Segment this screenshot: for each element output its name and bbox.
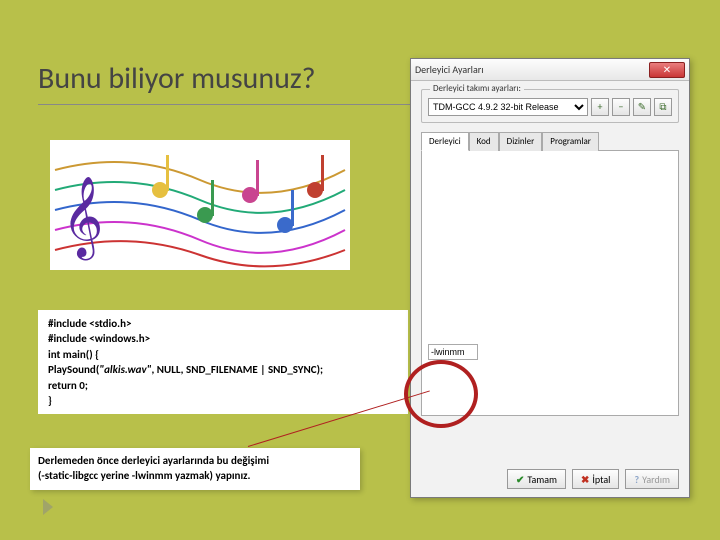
help-button[interactable]: ? Yardım (625, 469, 679, 489)
delete-set-button[interactable]: − (612, 98, 630, 116)
duplicate-set-button[interactable]: ⧉ (654, 98, 672, 116)
slide-title: Bunu biliyor musunuz? (38, 60, 316, 97)
slide-nav-icon (43, 499, 53, 515)
svg-text:𝄞: 𝄞 (62, 177, 103, 260)
tab-panel (421, 151, 679, 416)
code-line: #include <windows.h> (48, 331, 398, 346)
tab-directories[interactable]: Dizinler (499, 132, 543, 151)
linker-option-row (428, 344, 478, 360)
code-line: int main() { (48, 347, 398, 362)
tab-compiler[interactable]: Derleyici (421, 132, 469, 151)
linker-flags-input[interactable] (428, 344, 478, 360)
x-icon: ✖ (581, 473, 589, 486)
compiler-set-groupbox: Derleyici takımı ayarları: TDM-GCC 4.9.2… (421, 89, 679, 123)
tab-programs[interactable]: Programlar (542, 132, 599, 151)
check-icon: ✔ (516, 473, 524, 486)
instruction-note: Derlemeden önce derleyici ayarlarında bu… (30, 448, 360, 490)
code-line: PlaySound("alkis.wav", NULL, SND_FILENAM… (48, 362, 398, 377)
close-icon: ✕ (663, 63, 671, 76)
tab-strip: Derleyici Kod Dizinler Programlar (421, 131, 679, 151)
dialog-titlebar[interactable]: Derleyici Ayarları ✕ (411, 59, 689, 81)
cancel-button[interactable]: ✖ İptal (572, 469, 619, 489)
question-icon: ? (634, 473, 639, 486)
code-line: } (48, 393, 398, 408)
code-line: return 0; (48, 378, 398, 393)
rename-set-button[interactable]: ✎ (633, 98, 651, 116)
title-underline (38, 104, 418, 105)
compiler-select[interactable]: TDM-GCC 4.9.2 32-bit Release (428, 98, 588, 116)
group-label: Derleyici takımı ayarları: (430, 83, 524, 94)
add-set-button[interactable]: + (591, 98, 609, 116)
tab-code[interactable]: Kod (469, 132, 499, 151)
music-notes-image: 𝄞 (50, 140, 350, 270)
compiler-settings-dialog: Derleyici Ayarları ✕ Derleyici takımı ay… (410, 58, 690, 498)
code-line: #include <stdio.h> (48, 316, 398, 331)
code-snippet: #include <stdio.h> #include <windows.h> … (38, 310, 408, 414)
ok-button[interactable]: ✔ Tamam (507, 469, 566, 489)
close-button[interactable]: ✕ (649, 62, 685, 78)
dialog-title: Derleyici Ayarları (415, 63, 649, 76)
